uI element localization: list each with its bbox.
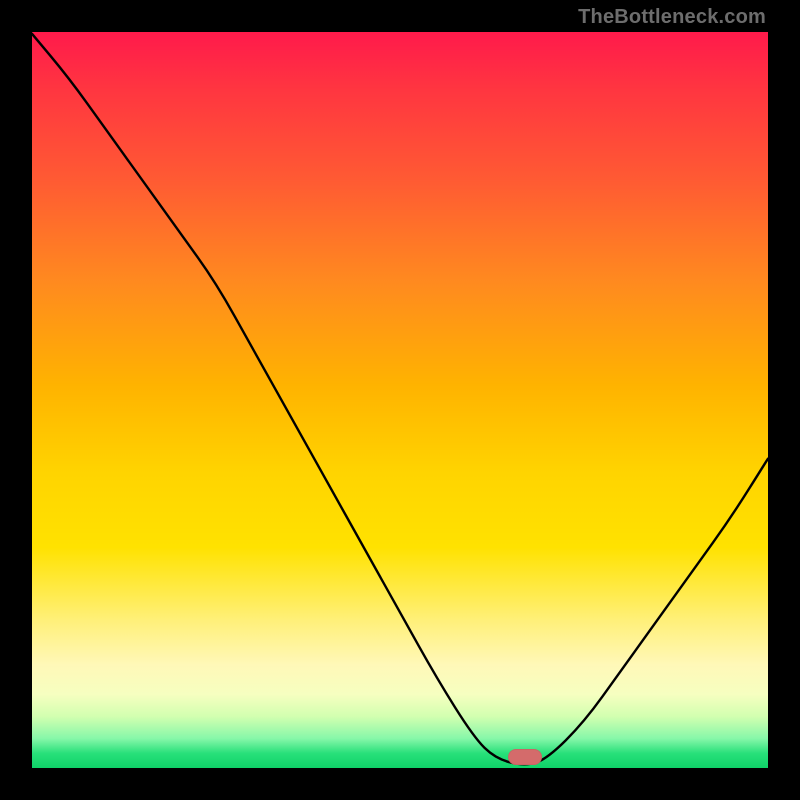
watermark-text: TheBottleneck.com [578,6,766,29]
chart-frame: TheBottleneck.com [0,0,800,800]
optimal-point-marker [508,749,542,765]
plot-area [32,32,768,768]
bottleneck-curve [32,32,768,768]
